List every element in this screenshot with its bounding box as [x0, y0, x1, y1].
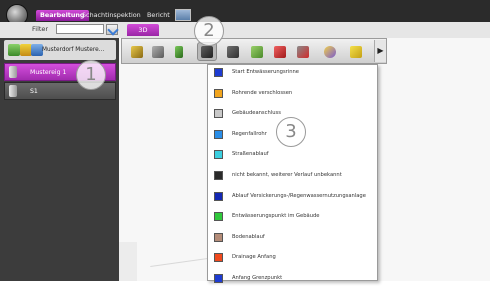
- project-open-icon[interactable]: [8, 44, 20, 56]
- node-type-swatch-icon: [214, 192, 223, 201]
- canvas-edge: [119, 242, 137, 281]
- toolbar-more-button[interactable]: ▶: [374, 40, 386, 62]
- marker-icon: [350, 45, 362, 58]
- filter-label: Filter: [32, 25, 49, 33]
- monitor-icon[interactable]: [175, 9, 191, 21]
- node-type-swatch-icon: [214, 274, 223, 283]
- tab-bearbeitung[interactable]: Bearbeitung: [36, 10, 89, 21]
- dropdown-item-label: Straßenablauf: [232, 151, 269, 157]
- node-type-swatch-icon: [214, 150, 223, 159]
- checkmark-icon: [107, 24, 119, 36]
- scissors-icon: [297, 45, 309, 58]
- callout-1: 1: [76, 60, 106, 90]
- manhole-icon: [9, 85, 17, 97]
- marker-tool-button[interactable]: [346, 42, 366, 61]
- tree-item-label: Mustereig 1: [30, 69, 67, 76]
- pipe-tool-button[interactable]: [127, 42, 147, 61]
- dropdown-item-label: Regenfallrohr: [232, 131, 267, 137]
- bottle-tool-button[interactable]: [169, 42, 189, 61]
- dropdown-item-label: Rohrende verschlossen: [232, 90, 293, 96]
- dropdown-item-label: Entwässerungspunkt im Gebäude: [232, 213, 320, 219]
- dropdown-item-label: Start Entwässerungsrinne: [232, 69, 299, 75]
- dropdown-item-label: Anfang Grenzpunkt: [232, 275, 283, 281]
- branch-tool-button[interactable]: [223, 42, 243, 61]
- node-type-swatch-icon: [214, 89, 223, 98]
- branch-icon: [227, 45, 239, 58]
- magnifier-icon: [324, 45, 336, 58]
- node-type-swatch-icon: [214, 233, 223, 242]
- node-tool-button[interactable]: [148, 42, 168, 61]
- project-name-label: Musterdorf Mustere...: [42, 47, 105, 53]
- connector-icon: [201, 45, 213, 58]
- node-type-swatch-icon: [214, 109, 223, 118]
- tab-3d-view[interactable]: 3D: [127, 24, 159, 36]
- node-type-swatch-icon: [214, 130, 223, 139]
- tab-bericht[interactable]: Bericht: [147, 10, 170, 21]
- manhole-icon: [9, 66, 17, 78]
- tab-schachtinspektion[interactable]: Schachtinspektion: [82, 10, 141, 21]
- filter-input[interactable]: [56, 24, 104, 34]
- dropdown-item-label: Ablauf Versickerungs-/Regenwassernutzung…: [232, 193, 366, 199]
- node-type-swatch-icon: [214, 253, 223, 262]
- filter-apply-button[interactable]: [106, 24, 119, 36]
- dropdown-item-label: Gebäudeanschluss: [232, 110, 281, 116]
- pipe-icon: [131, 45, 143, 58]
- cut-tool-button[interactable]: [293, 42, 313, 61]
- node-type-swatch-icon: [214, 212, 223, 221]
- node-type-swatch-icon: [214, 171, 223, 180]
- callout-3: 3: [276, 117, 306, 147]
- dropdown-item-label: Bodenablauf: [232, 234, 265, 240]
- magnifier-tool-button[interactable]: [320, 42, 340, 61]
- dropdown-item-label: nicht bekannt, weiterer Verlauf unbekann…: [232, 172, 342, 178]
- dropdown-item-label: Drainage Anfang: [232, 254, 276, 260]
- red-pencil-tool-button[interactable]: [270, 42, 290, 61]
- pencil-tool-button[interactable]: [247, 42, 267, 61]
- callout-2: 2: [194, 16, 224, 46]
- red-pencil-icon: [274, 45, 286, 58]
- node-icon: [152, 45, 164, 58]
- tree-item-label: S1: [30, 88, 38, 95]
- pencil-icon: [251, 45, 263, 58]
- bottle-icon: [175, 45, 183, 58]
- node-type-swatch-icon: [214, 68, 223, 77]
